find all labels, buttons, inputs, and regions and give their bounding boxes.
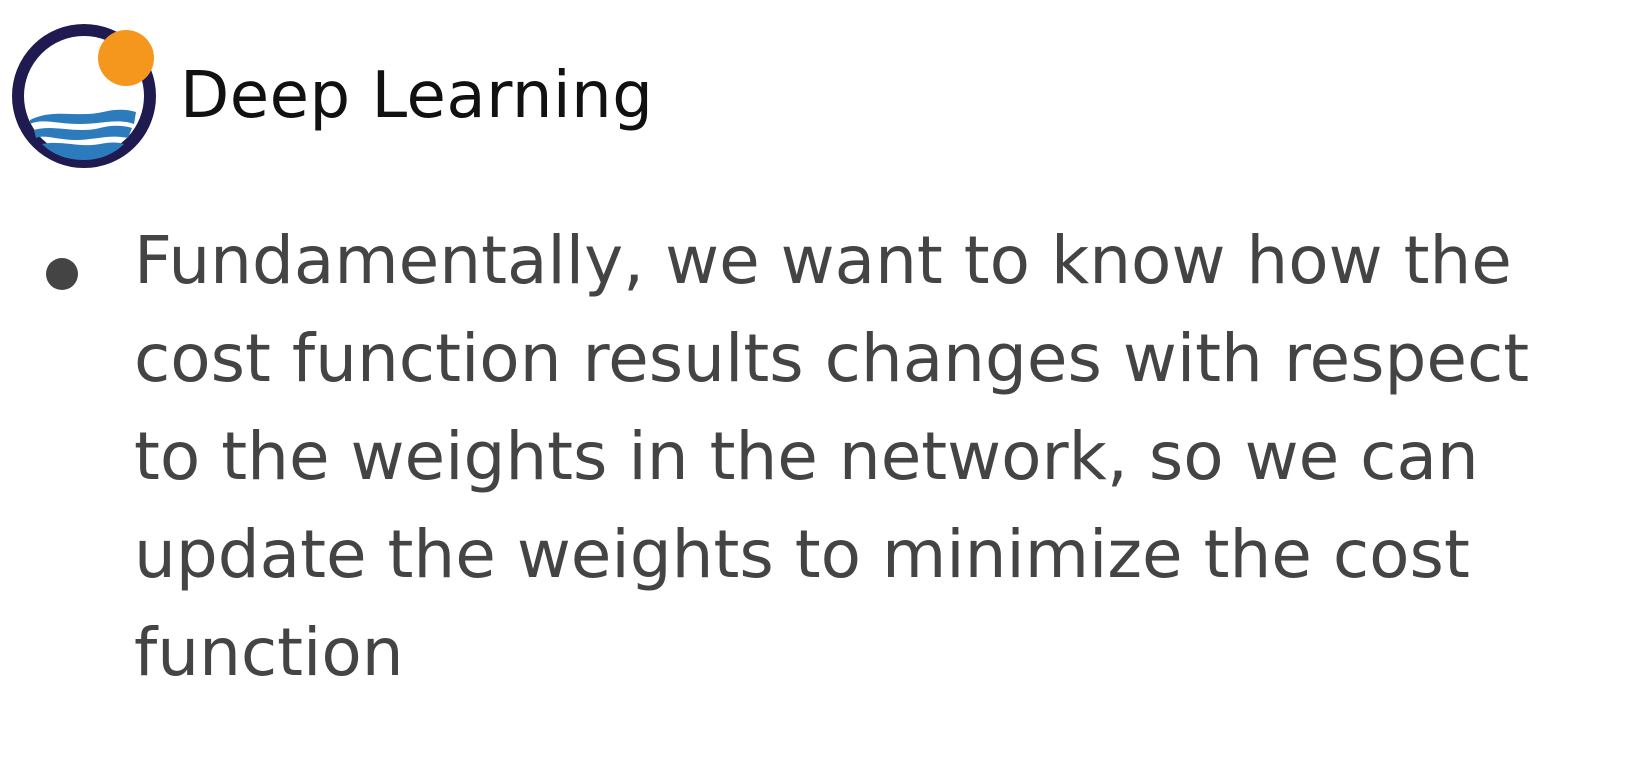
bullet-icon: [46, 258, 78, 290]
sun-over-waves-logo-icon: [12, 24, 156, 168]
bullet-text: Fundamentally, we want to know how the c…: [134, 222, 1530, 691]
slide-header: Deep Learning: [8, 20, 653, 172]
list-item: Fundamentally, we want to know how the c…: [46, 212, 1616, 702]
slide-content: Fundamentally, we want to know how the c…: [46, 212, 1616, 702]
page-title: Deep Learning: [180, 59, 654, 133]
